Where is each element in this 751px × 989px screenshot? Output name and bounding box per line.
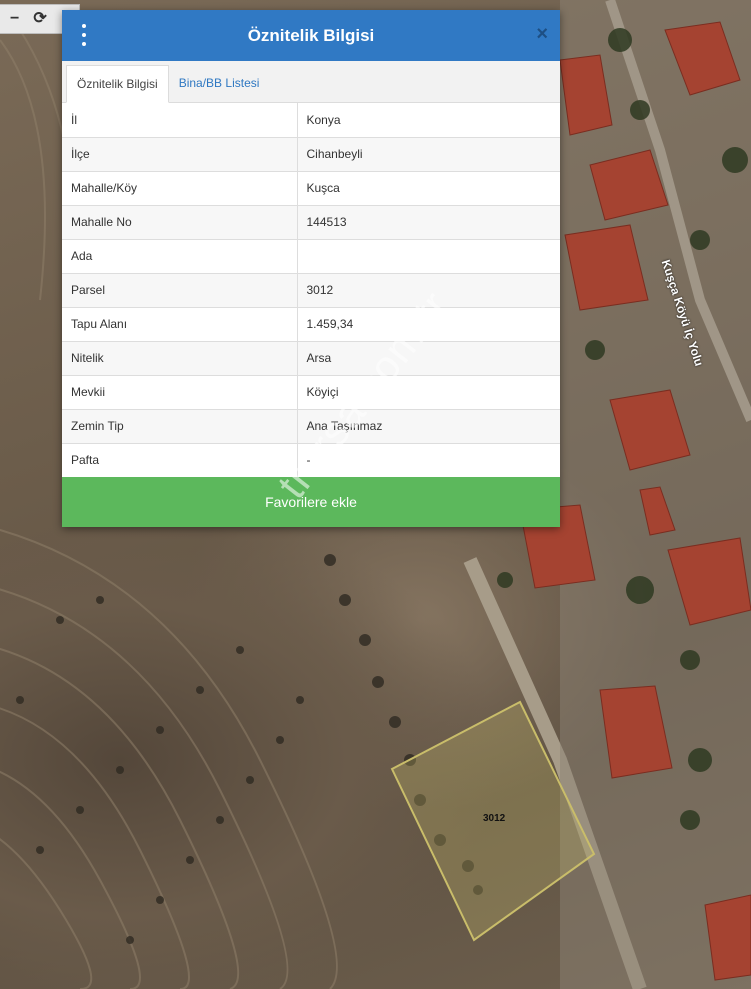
attribute-value [297, 238, 560, 273]
attribute-key: Pafta [62, 442, 298, 477]
attribute-key: Tapu Alanı [62, 306, 298, 341]
dialog-title: Öznitelik Bilgisi [247, 25, 375, 45]
dialog-tabs: Öznitelik Bilgisi Bina/BB Listesi [62, 61, 560, 103]
attribute-value: Cihanbeyli [297, 136, 560, 171]
attribute-value: - [297, 442, 560, 477]
table-row: Mevkii Köyiçi [62, 374, 560, 409]
attribute-key: Nitelik [62, 340, 298, 375]
attribute-value: Kuşca [297, 170, 560, 205]
attribute-key: Mahalle No [62, 204, 298, 239]
table-row: Zemin Tip Ana Taşınmaz [62, 408, 560, 443]
table-row: Mahalle/Köy Kuşca [62, 170, 560, 205]
attribute-value: Ana Taşınmaz [297, 408, 560, 443]
tab-building-list[interactable]: Bina/BB Listesi [169, 65, 270, 102]
table-row: İl Konya [62, 103, 560, 137]
table-row: Ada [62, 238, 560, 273]
close-icon[interactable]: × [536, 24, 548, 44]
table-row: Mahalle No 144513 [62, 204, 560, 239]
attribute-value: Arsa [297, 340, 560, 375]
table-row: İlçe Cihanbeyli [62, 136, 560, 171]
attribute-key: Parsel [62, 272, 298, 307]
refresh-icon[interactable]: ⟳ [33, 11, 46, 27]
attribute-key: İlçe [62, 136, 298, 171]
attribute-value: 1.459,34 [297, 306, 560, 341]
attribute-key: Mevkii [62, 374, 298, 409]
attribute-key: İl [62, 103, 298, 137]
minus-icon[interactable]: − [10, 11, 19, 27]
menu-icon[interactable] [80, 24, 88, 46]
attribute-table: İl Konya İlçe Cihanbeyli Mahalle/Köy Kuş… [62, 103, 560, 477]
parcel-number-label: 3012 [483, 813, 506, 824]
attribute-value: Konya [306, 112, 341, 127]
dialog-header: Öznitelik Bilgisi × [62, 10, 560, 61]
add-to-favorites-button[interactable]: Favorilere ekle [62, 477, 560, 527]
table-row: Pafta - [62, 442, 560, 477]
attribute-value: 144513 [297, 204, 560, 239]
tab-attribute-info[interactable]: Öznitelik Bilgisi [66, 65, 169, 103]
attribute-key: Mahalle/Köy [62, 170, 298, 205]
attribute-info-dialog: Öznitelik Bilgisi × Öznitelik Bilgisi Bi… [62, 10, 560, 527]
attribute-value: Köyiçi [297, 374, 560, 409]
attribute-key: Ada [62, 238, 298, 273]
table-row: Nitelik Arsa [62, 340, 560, 375]
table-row: Parsel 3012 [62, 272, 560, 307]
table-row: Tapu Alanı 1.459,34 [62, 306, 560, 341]
attribute-value: 3012 [297, 272, 560, 307]
attribute-key: Zemin Tip [62, 408, 298, 443]
